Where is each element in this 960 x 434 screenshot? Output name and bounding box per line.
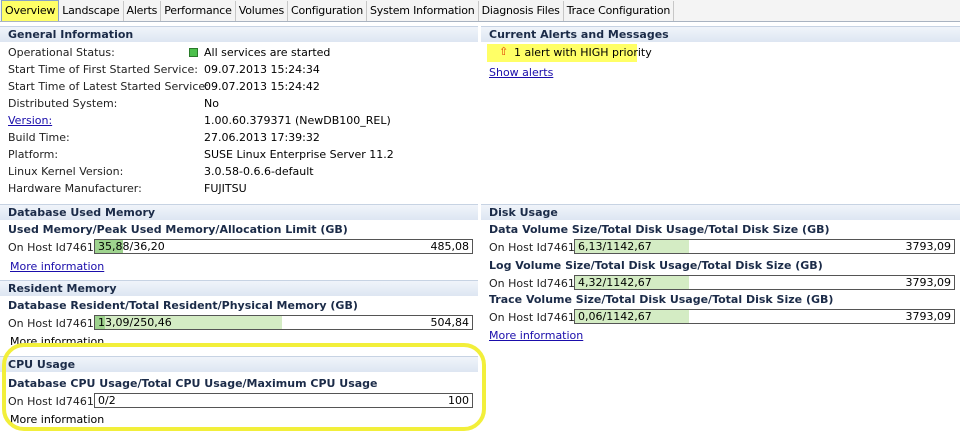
info-label: Hardware Manufacturer: <box>8 182 142 195</box>
version-link[interactable]: Version: <box>8 114 52 127</box>
resident-memory-more-link[interactable]: More information <box>10 335 104 348</box>
disk-usage-panel: Disk Usage Data Volume Size/Total Disk U… <box>481 204 960 346</box>
data-volume-subtitle: Data Volume Size/Total Disk Usage/Total … <box>489 223 830 236</box>
resident-memory-subtitle: Database Resident/Total Resident/Physica… <box>8 299 358 312</box>
cpu-usage-bar: 0/2 100 <box>94 393 473 408</box>
tab-overview[interactable]: Overview <box>1 0 60 21</box>
info-label: Build Time: <box>8 131 70 144</box>
info-value: 3.0.58-0.6.6-default <box>204 165 314 178</box>
trace-volume-subtitle: Trace Volume Size/Total Disk Usage/Total… <box>489 293 834 306</box>
info-value: 09.07.2013 15:24:34 <box>204 63 320 76</box>
tab-configuration[interactable]: Configuration <box>288 1 367 21</box>
info-value: FUJITSU <box>204 182 247 195</box>
info-label: Start Time of First Started Service: <box>8 63 199 76</box>
tab-trace-configuration[interactable]: Trace Configuration <box>564 1 675 21</box>
info-row-distributed: Distributed System: No <box>0 97 478 113</box>
cpu-usage-max: 100 <box>448 394 469 407</box>
alert-high-icon: ⇧ <box>499 45 509 58</box>
db-memory-bar-text: 35,88/36,20 <box>98 240 165 253</box>
info-value: 09.07.2013 15:24:42 <box>204 80 320 93</box>
info-label: Start Time of Latest Started Service: <box>8 80 209 93</box>
info-row-build-time: Build Time: 27.06.2013 17:39:32 <box>0 131 478 147</box>
info-value: SUSE Linux Enterprise Server 11.2 <box>204 148 394 161</box>
data-volume-bar: 6,13/1142,67 3793,09 <box>574 239 955 254</box>
host-label: On Host Id7461: <box>8 241 98 254</box>
trace-volume-bar-text: 0,06/1142,67 <box>578 310 652 323</box>
host-label: On Host Id7461: <box>489 277 579 290</box>
db-memory-bar: 35,88/36,20 485,08 <box>94 239 473 254</box>
alerts-panel: Current Alerts and Messages ⇧ 1 alert wi… <box>481 26 960 86</box>
tab-system-information[interactable]: System Information <box>367 1 479 21</box>
cpu-usage-title: CPU Usage <box>0 356 478 372</box>
tab-landscape[interactable]: Landscape <box>59 1 124 21</box>
db-memory-used: 35,88 <box>98 240 130 253</box>
alerts-title: Current Alerts and Messages <box>481 26 960 42</box>
info-value: 27.06.2013 17:39:32 <box>204 131 320 144</box>
resident-memory-bar: 13,09/250,46 504,84 <box>94 315 473 330</box>
tab-performance[interactable]: Performance <box>161 1 236 21</box>
db-memory-peak: /36,20 <box>129 240 165 253</box>
db-memory-more-link[interactable]: More information <box>10 260 104 273</box>
tab-alerts[interactable]: Alerts <box>124 1 162 21</box>
info-value: All services are started <box>204 46 331 59</box>
log-volume-bar: 4,32/1142,67 3793,09 <box>574 275 955 290</box>
resident-memory-max: 504,84 <box>430 316 470 329</box>
resident-memory-title: Resident Memory <box>0 280 478 296</box>
info-value: No <box>204 97 219 110</box>
cpu-usage-subtitle: Database CPU Usage/Total CPU Usage/Maxim… <box>8 377 378 390</box>
host-label: On Host Id7461: <box>8 395 98 408</box>
info-label: Distributed System: <box>8 97 118 110</box>
disk-usage-more-link[interactable]: More information <box>489 329 583 342</box>
tab-diagnosis-files[interactable]: Diagnosis Files <box>479 1 564 21</box>
cpu-usage-panel: CPU Usage Database CPU Usage/Total CPU U… <box>0 356 478 434</box>
host-label: On Host Id7461: <box>489 241 579 254</box>
resident-memory-panel: Resident Memory Database Resident/Total … <box>0 280 478 348</box>
info-row-kernel: Linux Kernel Version: 3.0.58-0.6.6-defau… <box>0 165 478 181</box>
show-alerts-link[interactable]: Show alerts <box>489 66 553 79</box>
db-memory-max: 485,08 <box>430 240 470 253</box>
trace-volume-bar: 0,06/1142,67 3793,09 <box>574 309 955 324</box>
tab-bar: Overview Landscape Alerts Performance Vo… <box>0 0 960 22</box>
status-ok-icon <box>189 48 198 57</box>
disk-usage-title: Disk Usage <box>481 204 960 220</box>
info-row-first-started: Start Time of First Started Service: 09.… <box>0 63 478 79</box>
host-label: On Host Id7461: <box>489 311 579 324</box>
data-volume-bar-text: 6,13/1142,67 <box>578 240 652 253</box>
info-label: Platform: <box>8 148 59 161</box>
info-label: Linux Kernel Version: <box>8 165 124 178</box>
info-value: 1.00.60.379371 (NewDB100_REL) <box>204 114 391 127</box>
data-volume-max: 3793,09 <box>905 240 952 253</box>
log-volume-bar-text: 4,32/1142,67 <box>578 276 652 289</box>
general-information-title: General Information <box>0 26 478 42</box>
cpu-usage-more-link[interactable]: More information <box>10 413 104 426</box>
general-information-panel: General Information Operational Status: … <box>0 26 478 200</box>
log-volume-subtitle: Log Volume Size/Total Disk Usage/Total D… <box>489 259 823 272</box>
db-memory-title: Database Used Memory <box>0 204 478 220</box>
info-row-version: Version: 1.00.60.379371 (NewDB100_REL) <box>0 114 478 130</box>
cpu-usage-bar-text: 0/2 <box>98 394 116 407</box>
info-row-latest-started: Start Time of Latest Started Service: 09… <box>0 80 478 96</box>
alert-message: 1 alert with HIGH priority <box>514 46 652 59</box>
host-label: On Host Id7461: <box>8 317 98 330</box>
log-volume-max: 3793,09 <box>905 276 952 289</box>
db-memory-panel: Database Used Memory Used Memory/Peak Us… <box>0 204 478 276</box>
info-row-operational-status: Operational Status: All services are sta… <box>0 46 478 62</box>
tab-volumes[interactable]: Volumes <box>236 1 288 21</box>
db-memory-subtitle: Used Memory/Peak Used Memory/Allocation … <box>8 223 348 236</box>
info-row-platform: Platform: SUSE Linux Enterprise Server 1… <box>0 148 478 164</box>
info-row-hardware: Hardware Manufacturer: FUJITSU <box>0 182 478 198</box>
info-label: Operational Status: <box>8 46 115 59</box>
resident-memory-bar-text: 13,09/250,46 <box>98 316 172 329</box>
trace-volume-max: 3793,09 <box>905 310 952 323</box>
